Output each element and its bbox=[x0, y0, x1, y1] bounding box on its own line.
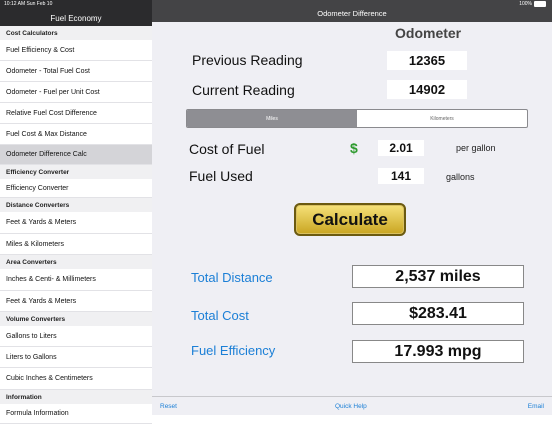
total-distance-value: 2,537 miles bbox=[352, 265, 524, 288]
battery-percent: 100% bbox=[519, 1, 532, 7]
sidebar-item-relative-fuel-cost-difference[interactable]: Relative Fuel Cost Difference bbox=[0, 103, 152, 124]
sidebar-item-inches-centi-millimeters[interactable]: Inches & Centi- & Millimeters bbox=[0, 269, 152, 291]
page-title-text: Odometer bbox=[395, 25, 462, 41]
unit-segmented-control: Miles Kilometers bbox=[186, 109, 528, 128]
sidebar-item-odometer-fuel-per-unit-cost[interactable]: Odometer - Fuel per Unit Cost bbox=[0, 82, 152, 103]
section-area-converters: Area Converters bbox=[0, 255, 152, 269]
sidebar-item-odometer-total-fuel-cost[interactable]: Odometer - Total Fuel Cost bbox=[0, 61, 152, 82]
sidebar-list: Cost Calculators Fuel Efficiency & Cost … bbox=[0, 26, 152, 424]
total-distance-label: Total Distance bbox=[191, 270, 273, 285]
section-distance-converters: Distance Converters bbox=[0, 198, 152, 212]
sidebar-item-efficiency-converter[interactable]: Efficiency Converter bbox=[0, 179, 152, 198]
current-reading-input[interactable]: 14902 bbox=[387, 80, 467, 99]
current-reading-label: Current Reading bbox=[192, 82, 295, 98]
cost-of-fuel-label: Cost of Fuel bbox=[189, 141, 265, 157]
section-cost-calculators: Cost Calculators bbox=[0, 26, 152, 40]
calculate-button[interactable]: Calculate bbox=[294, 203, 406, 236]
sidebar-item-liters-to-gallons[interactable]: Liters to Gallons bbox=[0, 347, 152, 368]
section-volume-converters: Volume Converters bbox=[0, 312, 152, 326]
previous-reading-label: Previous Reading bbox=[192, 52, 303, 68]
battery-icon bbox=[534, 1, 546, 7]
currency-symbol: $ bbox=[350, 140, 358, 156]
fuel-efficiency-label: Fuel Efficiency bbox=[191, 343, 276, 358]
fuel-unit-label: gallons bbox=[446, 172, 475, 182]
reset-button[interactable]: Reset bbox=[160, 403, 177, 410]
sidebar-item-gallons-to-liters[interactable]: Gallons to Liters bbox=[0, 326, 152, 347]
quick-help-button[interactable]: Quick Help bbox=[335, 403, 367, 410]
main-panel: Odometer Difference Odometer Previous Re… bbox=[152, 0, 552, 415]
bottom-toolbar: Reset Quick Help Email bbox=[152, 396, 552, 415]
sidebar: Fuel Economy Cost Calculators Fuel Effic… bbox=[0, 0, 153, 424]
sidebar-item-miles-kilometers[interactable]: Miles & Kilometers bbox=[0, 234, 152, 255]
sidebar-title: Fuel Economy bbox=[50, 14, 102, 23]
cost-unit-label: per gallon bbox=[456, 143, 496, 153]
status-bar: 10:12 AM Sun Feb 10 100% bbox=[0, 0, 552, 8]
sidebar-item-feet-yards-meters[interactable]: Feet & Yards & Meters bbox=[0, 212, 152, 234]
segment-miles[interactable]: Miles bbox=[187, 110, 357, 127]
segment-kilometers[interactable]: Kilometers bbox=[357, 110, 527, 127]
sidebar-item-fuel-efficiency-cost[interactable]: Fuel Efficiency & Cost bbox=[0, 40, 152, 61]
fuel-used-label: Fuel Used bbox=[189, 168, 253, 184]
nav-title: Odometer Difference bbox=[317, 8, 387, 18]
email-button[interactable]: Email bbox=[528, 403, 544, 410]
sidebar-item-odometer-difference-calc[interactable]: Odometer Difference Calc bbox=[0, 145, 152, 165]
sidebar-item-fuel-cost-max-distance[interactable]: Fuel Cost & Max Distance bbox=[0, 124, 152, 145]
fuel-efficiency-value: 17.993 mpg bbox=[352, 340, 524, 363]
status-time: 10:12 AM Sun Feb 10 bbox=[4, 1, 53, 7]
total-cost-label: Total Cost bbox=[191, 308, 249, 323]
fuel-used-input[interactable]: 141 bbox=[378, 168, 424, 184]
sidebar-item-cubic-inches-centimeters[interactable]: Cubic Inches & Centimeters bbox=[0, 368, 152, 390]
total-cost-value: $283.41 bbox=[352, 302, 524, 325]
sidebar-item-area-feet-yards-meters[interactable]: Feet & Yards & Meters bbox=[0, 291, 152, 312]
sidebar-item-formula-information[interactable]: Formula Information bbox=[0, 404, 152, 424]
previous-reading-input[interactable]: 12365 bbox=[387, 51, 467, 70]
section-information: Information bbox=[0, 390, 152, 404]
section-efficiency-converter: Efficiency Converter bbox=[0, 165, 152, 179]
cost-of-fuel-input[interactable]: 2.01 bbox=[378, 140, 424, 156]
